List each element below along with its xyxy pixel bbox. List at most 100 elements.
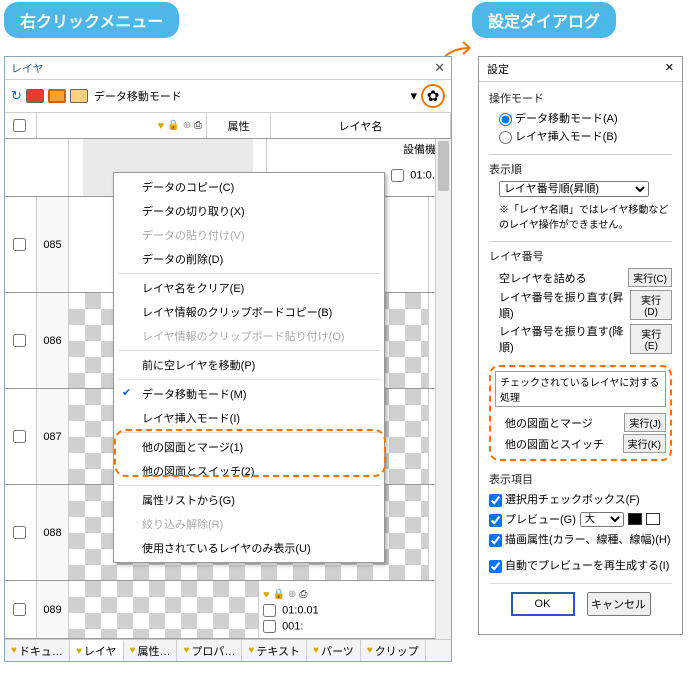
tab-icon: ♥	[130, 645, 136, 656]
tab-icon: ♥	[183, 645, 189, 656]
layer-list: 設備機器 01:0.01 085 086 087 088	[5, 139, 451, 659]
menu-switch[interactable]: 他の図面とスイッチ(2)	[114, 459, 384, 483]
row-number: 086	[37, 293, 69, 388]
checked-layer-group-highlight: チェックされているレイヤに対する処理 他の図面とマージ実行(J) 他の図面とスイ…	[489, 365, 672, 461]
bulb-icon[interactable]: ♥	[158, 120, 165, 132]
toolbar: ↻ データ移動モード ▾ ✿	[5, 80, 451, 113]
tab-icon: ♥	[313, 645, 319, 656]
group-checked: チェックされているレイヤに対する処理	[495, 371, 666, 407]
panel-title: レイヤ	[11, 60, 44, 76]
chk-preview[interactable]: プレビュー(G)	[489, 511, 576, 527]
menu-clip-copy[interactable]: レイヤ情報のクリップボードコピー(B)	[114, 300, 384, 324]
tab-icon: ♥	[367, 645, 373, 656]
menu-unfilter: 絞り込み解除(R)	[114, 512, 384, 536]
filter-icon[interactable]: ▾	[410, 88, 417, 104]
row-checkbox[interactable]	[13, 526, 26, 539]
preview-size-select[interactable]: 大	[580, 512, 624, 527]
table-row[interactable]: 089 ♥🔒⊕⎙ 01:0.01 001:	[5, 581, 451, 639]
settings-dialog: 設定 ✕ 操作モード データ移動モード(A) レイヤ挿入モード(B) 表示順 レ…	[478, 56, 683, 635]
tab-layer[interactable]: ♥レイヤ	[70, 640, 124, 661]
group-order: 表示順	[489, 161, 672, 177]
exec-c-button[interactable]: 実行(C)	[628, 268, 672, 287]
callout-context-menu: 右クリックメニュー	[4, 2, 179, 38]
dialog-titlebar: 設定 ✕	[479, 57, 682, 82]
tab-clip[interactable]: ♥クリップ	[361, 640, 426, 661]
row-checkbox[interactable]	[263, 620, 276, 633]
refresh-icon[interactable]: ↻	[11, 88, 22, 104]
check-icon: ✔	[122, 386, 131, 399]
row-checkbox[interactable]	[263, 604, 276, 617]
monitor-yellow-icon[interactable]	[70, 89, 88, 103]
globe-icon[interactable]: ⊕	[183, 120, 191, 131]
callout-settings-dialog: 設定ダイアログ	[472, 2, 616, 38]
chk-auto-regen[interactable]: 自動でプレビューを再生成する(I)	[489, 560, 669, 572]
menu-clear-name[interactable]: レイヤ名をクリア(E)	[114, 276, 384, 300]
icon-header: ♥ 🔒 ⊕ ⎙	[37, 113, 207, 138]
bottom-tabs: ♥ドキュ… ♥レイヤ ♥属性… ♥プロパ… ♥テキスト ♥パーツ ♥クリップ	[5, 639, 451, 661]
group-opmode: 操作モード	[489, 90, 672, 106]
radio-insert-mode[interactable]: レイヤ挿入モード(B)	[499, 128, 672, 144]
cancel-button[interactable]: キャンセル	[587, 592, 651, 616]
row-number: 087	[37, 389, 69, 484]
group-layerno: レイヤ番号	[489, 248, 672, 264]
row-checkbox[interactable]	[391, 169, 404, 182]
order-note: ※「レイヤ名順」ではレイヤ移動などのレイヤ操作ができません。	[499, 201, 672, 231]
mode-label: データ移動モード	[94, 88, 182, 104]
ok-button[interactable]: OK	[511, 592, 575, 616]
radio-move-mode[interactable]: データ移動モード(A)	[499, 110, 672, 126]
menu-move-empty[interactable]: 前に空レイヤを移動(P)	[114, 353, 384, 377]
tab-document[interactable]: ♥ドキュ…	[5, 640, 70, 661]
printer-icon[interactable]: ⎙	[194, 120, 202, 131]
exec-j-button[interactable]: 実行(J)	[624, 413, 666, 432]
group-display: 表示項目	[489, 471, 672, 487]
row-number: 085	[37, 197, 69, 292]
gear-highlight: ✿	[421, 84, 445, 108]
row-checkbox[interactable]	[13, 238, 26, 251]
tab-icon: ♥	[11, 645, 17, 656]
layer-panel: レイヤ ✕ ↻ データ移動モード ▾ ✿ ♥ 🔒 ⊕ ⎙ 属性 レイヤ名	[4, 56, 452, 662]
order-select[interactable]: レイヤ番号順(昇順)	[499, 181, 649, 197]
tab-icon: ♥	[76, 646, 82, 657]
row-checkbox[interactable]	[13, 430, 26, 443]
gear-icon[interactable]: ✿	[427, 87, 440, 105]
attr-header[interactable]: 属性	[207, 113, 271, 138]
exec-e-button[interactable]: 実行(E)	[630, 324, 672, 354]
select-all-checkbox[interactable]	[13, 119, 26, 132]
dialog-title: 設定	[487, 61, 509, 77]
menu-clip-paste: レイヤ情報のクリップボード貼り付け(O)	[114, 324, 384, 348]
menu-attr-list[interactable]: 属性リストから(G)	[114, 488, 384, 512]
menu-delete[interactable]: データの削除(D)	[114, 247, 384, 271]
swatch-white-icon[interactable]	[646, 513, 660, 525]
exec-d-button[interactable]: 実行(D)	[630, 290, 672, 320]
tab-property[interactable]: ♥プロパ…	[177, 640, 242, 661]
menu-paste: データの貼り付け(V)	[114, 223, 384, 247]
close-icon[interactable]: ✕	[434, 60, 445, 76]
row-checkbox[interactable]	[13, 603, 26, 616]
monitor-orange-icon[interactable]	[48, 89, 66, 103]
menu-copy[interactable]: データのコピー(C)	[114, 175, 384, 199]
chk-draw-attr[interactable]: 描画属性(カラー、線種、線幅)(H)	[489, 531, 672, 547]
column-headers: ♥ 🔒 ⊕ ⎙ 属性 レイヤ名	[5, 113, 451, 139]
monitor-red-icon[interactable]	[26, 89, 44, 103]
vertical-scrollbar[interactable]: ▾	[435, 139, 451, 659]
tab-text[interactable]: ♥テキスト	[242, 640, 307, 661]
panel-titlebar: レイヤ ✕	[5, 57, 451, 80]
close-icon[interactable]: ✕	[665, 61, 674, 77]
menu-insert-mode[interactable]: レイヤ挿入モード(I)	[114, 406, 384, 430]
tab-parts[interactable]: ♥パーツ	[307, 640, 361, 661]
swatch-black-icon[interactable]	[628, 513, 642, 525]
menu-cut[interactable]: データの切り取り(X)	[114, 199, 384, 223]
tab-attribute[interactable]: ♥属性…	[124, 640, 178, 661]
menu-merge[interactable]: 他の図面とマージ(1)	[114, 435, 384, 459]
row-checkbox[interactable]	[13, 334, 26, 347]
lock-icon[interactable]: 🔒	[167, 120, 179, 131]
exec-k-button[interactable]: 実行(K)	[623, 434, 666, 453]
scrollbar-thumb[interactable]	[438, 141, 449, 191]
menu-move-mode[interactable]: ✔データ移動モード(M)	[114, 382, 384, 406]
context-menu: データのコピー(C) データの切り取り(X) データの貼り付け(V) データの削…	[113, 172, 385, 563]
menu-used-only[interactable]: 使用されているレイヤのみ表示(U)	[114, 536, 384, 560]
tab-icon: ♥	[248, 645, 254, 656]
name-header[interactable]: レイヤ名	[271, 113, 451, 138]
chk-selection-box[interactable]: 選択用チェックボックス(F)	[489, 491, 672, 507]
row-number: 089	[37, 581, 69, 638]
